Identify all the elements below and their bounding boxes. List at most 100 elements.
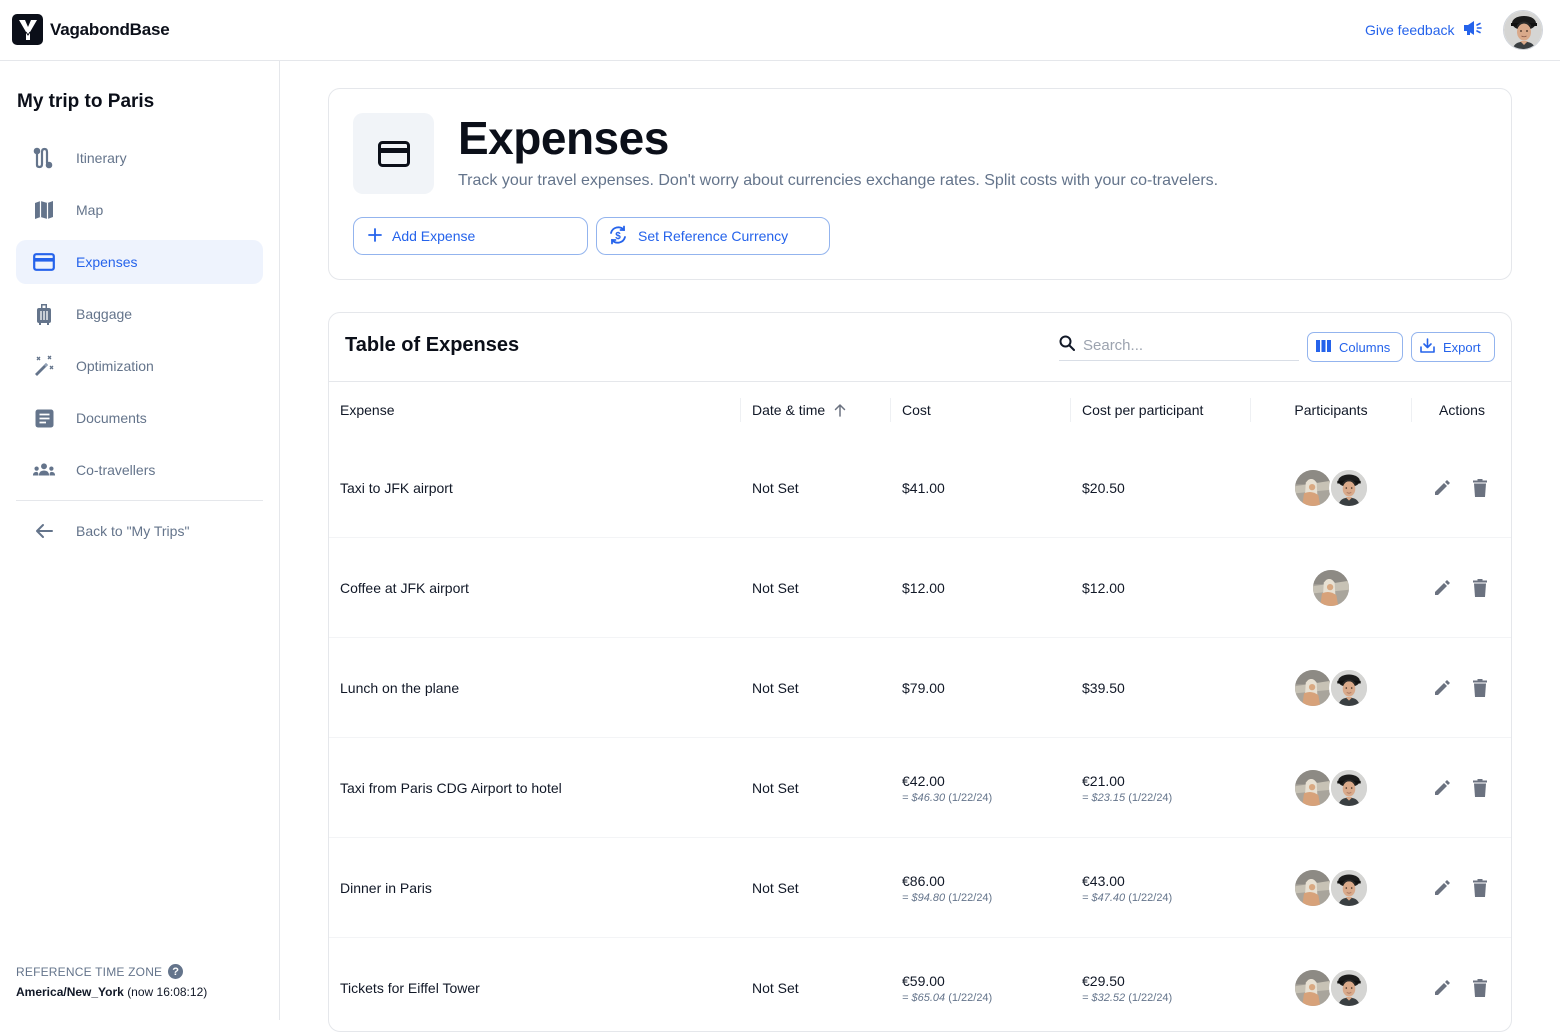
date-cell: Not Set: [752, 538, 799, 638]
participant-avatar[interactable]: [1329, 968, 1369, 1008]
svg-text:$: $: [615, 231, 621, 242]
column-header-cost-per-participant[interactable]: Cost per participant: [1082, 382, 1203, 438]
sidebar-item-documents[interactable]: Documents: [16, 396, 263, 440]
sidebar-divider: [16, 500, 263, 501]
expense-cell: Taxi from Paris CDG Airport to hotel: [340, 738, 562, 838]
currency-exchange-icon: $: [608, 225, 628, 248]
sidebar-item-baggage[interactable]: Baggage: [16, 292, 263, 336]
current-time: (now 16:08:12): [127, 985, 208, 999]
back-to-my-trips-link[interactable]: Back to "My Trips": [16, 509, 263, 553]
table-row[interactable]: Lunch on the plane Not Set $79.00 $39.50: [329, 638, 1511, 738]
add-expense-button[interactable]: Add Expense: [353, 217, 588, 255]
route-icon: [32, 146, 56, 170]
expense-name: Taxi to JFK airport: [340, 480, 453, 496]
participant-avatar[interactable]: [1329, 868, 1369, 908]
expense-cost: €42.00: [902, 772, 945, 789]
luggage-icon: [32, 302, 56, 326]
document-icon: [32, 406, 56, 430]
delete-icon[interactable]: [1468, 476, 1492, 500]
expense-cell: Dinner in Paris: [340, 838, 432, 938]
sidebar-item-expenses[interactable]: Expenses: [16, 240, 263, 284]
edit-icon[interactable]: [1430, 876, 1454, 900]
delete-icon[interactable]: [1468, 776, 1492, 800]
sidebar-item-label: Baggage: [76, 306, 133, 322]
sort-ascending-icon[interactable]: [833, 403, 847, 417]
participant-avatar[interactable]: [1329, 768, 1369, 808]
column-header-date-time[interactable]: Date & time: [752, 382, 847, 438]
time-zone-label: REFERENCE TIME ZONE: [16, 964, 163, 979]
delete-icon[interactable]: [1468, 876, 1492, 900]
edit-icon[interactable]: [1430, 476, 1454, 500]
table-row[interactable]: Taxi to JFK airport Not Set $41.00 $20.5…: [329, 438, 1511, 538]
sidebar-item-optimization[interactable]: Optimization: [16, 344, 263, 388]
participants-avatars: [1311, 568, 1351, 608]
brand-logo[interactable]: VagabondBase: [12, 14, 170, 45]
export-button[interactable]: Export: [1411, 332, 1495, 362]
expense-name: Dinner in Paris: [340, 880, 432, 896]
converted-cost-per-participant: = $47.40 (1/22/24): [1082, 891, 1173, 904]
table-row[interactable]: Taxi from Paris CDG Airport to hotel Not…: [329, 738, 1511, 838]
column-header-label: Actions: [1439, 402, 1485, 418]
sidebar: My trip to Paris Itinerary Map Expenses …: [0, 61, 280, 1020]
cost-per-participant-cell: $20.50: [1082, 438, 1125, 538]
columns-button[interactable]: Columns: [1307, 332, 1403, 362]
sidebar-item-itinerary[interactable]: Itinerary: [16, 136, 263, 180]
delete-icon[interactable]: [1468, 976, 1492, 1000]
sidebar-item-map[interactable]: Map: [16, 188, 263, 232]
participant-avatar[interactable]: [1293, 968, 1333, 1008]
back-label: Back to "My Trips": [76, 523, 190, 539]
cost-per-participant-cell: €43.00 = $47.40 (1/22/24): [1082, 838, 1172, 938]
column-header-label: Participants: [1294, 402, 1368, 418]
participant-avatar[interactable]: [1293, 868, 1333, 908]
help-icon[interactable]: ?: [168, 964, 184, 979]
time-zone-value: America/New_York: [16, 985, 124, 999]
cost-cell: €59.00 = $65.04 (1/22/24): [902, 938, 992, 1031]
delete-icon[interactable]: [1468, 576, 1492, 600]
sidebar-item-label: Expenses: [76, 254, 138, 270]
table-row[interactable]: Coffee at JFK airport Not Set $12.00 $12…: [329, 538, 1511, 638]
edit-icon[interactable]: [1430, 576, 1454, 600]
set-reference-currency-button[interactable]: $ Set Reference Currency: [596, 217, 830, 255]
expense-cell: Taxi to JFK airport: [340, 438, 453, 538]
column-header-participants[interactable]: Participants: [1250, 382, 1412, 438]
edit-icon[interactable]: [1430, 776, 1454, 800]
edit-icon[interactable]: [1430, 976, 1454, 1000]
participant-avatar[interactable]: [1311, 568, 1351, 608]
column-separator[interactable]: [740, 398, 741, 422]
plus-icon: [368, 227, 382, 245]
sidebar-item-co-travellers[interactable]: Co-travellers: [16, 448, 263, 492]
participant-avatar[interactable]: [1329, 468, 1369, 508]
give-feedback-link[interactable]: Give feedback: [1365, 20, 1483, 39]
column-header-label: Date & time: [752, 402, 826, 418]
cost-per-participant: €29.50: [1082, 972, 1125, 989]
credit-card-icon: [32, 250, 56, 274]
map-icon: [32, 198, 56, 222]
date-cell: Not Set: [752, 638, 799, 738]
table-title: Table of Expenses: [345, 334, 520, 356]
edit-icon[interactable]: [1430, 676, 1454, 700]
sidebar-item-label: Optimization: [76, 358, 154, 374]
megaphone-icon: [1463, 20, 1483, 39]
cost-per-participant-cell: €29.50 = $32.52 (1/22/24): [1082, 938, 1172, 1031]
top-bar: VagabondBase Give feedback: [0, 0, 1560, 61]
search-input[interactable]: [1083, 337, 1283, 354]
columns-label: Columns: [1339, 339, 1391, 355]
participant-avatar[interactable]: [1293, 768, 1333, 808]
add-expense-label: Add Expense: [392, 228, 476, 244]
expense-cost: $79.00: [902, 680, 945, 696]
participant-avatar[interactable]: [1293, 468, 1333, 508]
sidebar-item-label: Map: [76, 202, 104, 218]
table-row[interactable]: Dinner in Paris Not Set €86.00 = $94.80 …: [329, 838, 1511, 938]
table-row[interactable]: Tickets for Eiffel Tower Not Set €59.00 …: [329, 938, 1511, 1031]
delete-icon[interactable]: [1468, 676, 1492, 700]
group-icon: [32, 458, 56, 482]
search-field[interactable]: [1059, 331, 1299, 361]
column-separator[interactable]: [890, 398, 891, 422]
column-header-cost[interactable]: Cost: [902, 382, 931, 438]
cost-per-participant: €43.00: [1082, 872, 1125, 889]
column-separator[interactable]: [1070, 398, 1071, 422]
participant-avatar[interactable]: [1329, 668, 1369, 708]
participant-avatar[interactable]: [1293, 668, 1333, 708]
column-header-expense[interactable]: Expense: [340, 382, 394, 438]
user-avatar[interactable]: [1503, 10, 1543, 50]
